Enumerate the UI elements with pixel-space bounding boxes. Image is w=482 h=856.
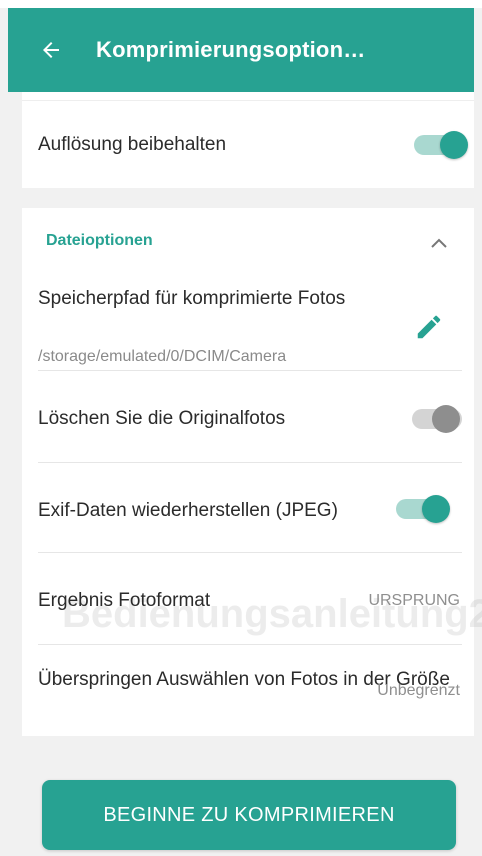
restore-exif-label: Exif-Daten wiederherstellen (JPEG) — [38, 500, 338, 521]
toggle-thumb — [422, 495, 450, 523]
resolution-label: Auflösung beibehalten — [38, 134, 227, 155]
save-path-label: Speicherpfad für komprimierte Fotos — [38, 288, 346, 309]
arrow-left-icon[interactable] — [36, 35, 66, 65]
resolution-toggle[interactable] — [412, 130, 468, 160]
save-path-value: /storage/emulated/0/DCIM/Camera — [38, 348, 287, 365]
restore-exif-toggle[interactable] — [394, 494, 450, 524]
toggle-thumb — [432, 405, 460, 433]
result-format-value[interactable]: URSPRUNG — [368, 592, 460, 610]
pencil-icon[interactable] — [414, 312, 444, 342]
result-format-label: Ergebnis Fotoformat — [38, 590, 211, 611]
chevron-up-icon[interactable] — [424, 228, 454, 258]
delete-originals-label: Löschen Sie die Originalfotos — [38, 408, 286, 429]
divider — [38, 644, 462, 645]
file-options-card: Dateioptionen Speicherpfad für komprimie… — [22, 208, 482, 736]
divider — [22, 100, 474, 101]
page-title: Komprimierungsoption… — [96, 37, 366, 62]
status-bar-strip — [0, 0, 482, 8]
resolution-card: Auflösung beibehalten — [22, 92, 474, 188]
start-compress-button[interactable]: BEGINNE ZU KOMPRIMIEREN — [42, 780, 456, 850]
delete-originals-toggle[interactable] — [410, 404, 466, 434]
divider — [38, 462, 462, 463]
divider — [38, 370, 462, 371]
toggle-thumb — [440, 131, 468, 159]
divider — [38, 552, 462, 553]
skip-size-value[interactable]: Unbegrenzt — [377, 682, 460, 700]
app-bar: Komprimierungsoption… — [8, 8, 474, 92]
section-title: Dateioptionen — [46, 232, 153, 249]
